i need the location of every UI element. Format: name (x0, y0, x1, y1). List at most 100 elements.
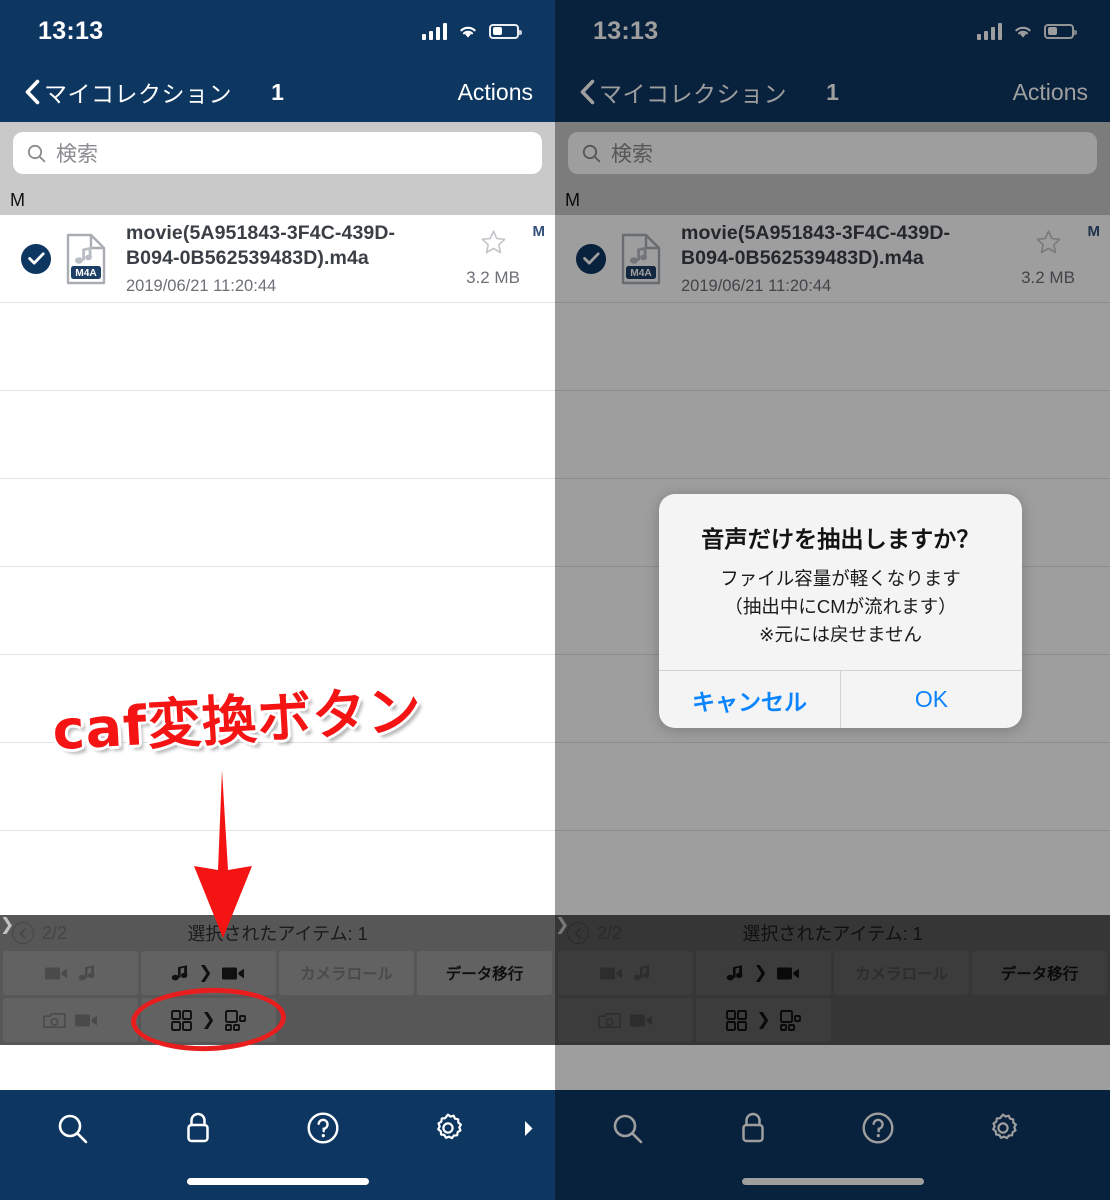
status-bar-icons (422, 22, 522, 40)
file-size: 3.2 MB (466, 268, 520, 287)
empty-row: M (0, 223, 555, 567)
row-metadata: movie(5A951843-3F4C-439D-B094-0B56253948… (669, 221, 1000, 297)
cellular-bars-icon (422, 22, 447, 40)
actions-button[interactable]: Actions (458, 79, 533, 106)
tab-bar-more-indicator[interactable] (511, 1120, 545, 1137)
search-placeholder: 検索 (56, 143, 98, 166)
row-checkbox[interactable] (569, 243, 613, 274)
dialog-actions: キャンセル OK (659, 670, 1022, 729)
section-index-letter[interactable]: M (1088, 223, 1101, 240)
data-transfer-label: データ移行 (1000, 966, 1079, 983)
empty-row (555, 303, 1110, 391)
camera-roll-label: カメラロール (299, 966, 393, 983)
navigation-bar: マイコレクション 1 Actions (555, 62, 1110, 122)
selected-count-label: 選択されたアイテム: 1 (742, 924, 923, 944)
photo-to-video-button[interactable]: ❯ (0, 915, 555, 1045)
section-header: M (555, 185, 1110, 215)
action-panel: 2/2 選択されたアイテム: 1 ❯ ❯ カメラロール データ移行 ❯ ❯ (0, 915, 555, 1045)
checkmark-circle-icon (576, 243, 606, 274)
m4a-file-icon: M4A (613, 233, 669, 285)
action-button-grid: ❯ ❯ カメラロール データ移行 ❯ ❯ (0, 915, 555, 1045)
video-camera-icon (45, 967, 67, 979)
video-camera-icon (629, 1014, 652, 1026)
question-circle-icon (307, 1112, 339, 1144)
chevron-left-icon (580, 79, 595, 105)
table-row[interactable]: M4A movie(5A951843-3F4C-439D-B094-0B5625… (0, 215, 555, 303)
row-trailing: 3.2 MB (1000, 229, 1096, 288)
dialog-message: ファイル容量が軽くなります （抽出中にCMが流れます） ※元には戻せません (679, 565, 1002, 648)
back-button[interactable]: マイコレクション (22, 75, 232, 109)
search-icon (58, 1114, 88, 1143)
back-button[interactable]: マイコレクション (577, 75, 787, 109)
caf-convert-button[interactable]: ❯ (141, 998, 276, 1042)
video-camera-icon (776, 967, 799, 979)
row-metadata: movie(5A951843-3F4C-439D-B094-0B56253948… (114, 221, 445, 297)
tab-help[interactable] (816, 1111, 941, 1145)
chevron-right-icon: ❯ (756, 1010, 771, 1029)
empty-row (555, 831, 1110, 919)
home-indicator (741, 1178, 924, 1185)
section-index-letter[interactable]: M (533, 223, 546, 240)
battery-icon (1044, 23, 1077, 39)
search-input[interactable]: 検索 (13, 132, 542, 174)
action-panel-header: 2/2 選択されたアイテム: 1 (555, 915, 1110, 951)
empty-row (555, 391, 1110, 479)
camera-roll-label: カメラロール (854, 966, 948, 983)
tab-lock[interactable] (135, 1111, 260, 1145)
photo-to-video-button[interactable]: ❯ (555, 915, 1110, 1045)
dialog-body: 音声だけを抽出しますか？ ファイル容量が軽くなります （抽出中にCMが流れます）… (659, 494, 1022, 670)
table-row[interactable]: M4A movie(5A951843-3F4C-439D-B094-0B5625… (555, 215, 1110, 303)
section-header-letter: M (565, 189, 580, 210)
empty-row (0, 303, 555, 391)
chevron-right-icon: ❯ (201, 1010, 216, 1029)
row-checkbox[interactable] (14, 243, 58, 274)
chevron-left-circle-icon (12, 922, 34, 944)
video-to-audio-button[interactable]: ❯ (555, 915, 1110, 1045)
file-date: 2019/06/21 11:20:44 (126, 277, 277, 296)
tab-settings[interactable] (386, 1111, 511, 1145)
music-note-icon (727, 965, 743, 981)
empty-row (0, 743, 555, 831)
m4a-file-icon: M4A (58, 233, 114, 285)
actions-button[interactable]: Actions (1013, 79, 1088, 106)
cancel-button[interactable]: キャンセル (659, 671, 840, 728)
gear-icon (437, 1113, 463, 1140)
video-camera-icon (221, 967, 244, 979)
tab-search[interactable] (10, 1112, 135, 1145)
empty-row (0, 567, 555, 655)
camera-folder-icon (42, 1012, 66, 1028)
caf-convert-button[interactable]: ❯ (696, 998, 831, 1042)
camera-roll-button[interactable]: カメラロール (834, 951, 969, 995)
grid-four-icon (726, 1009, 748, 1031)
search-icon (27, 144, 46, 162)
grid-mixed-icon (779, 1009, 801, 1031)
data-transfer-button[interactable]: データ移行 (972, 951, 1107, 995)
left-phone-screen: 13:13 マイコレクション 1 Actions 検索 M M4A movie(… (0, 0, 555, 1200)
empty-row (0, 391, 555, 479)
back-button-label: マイコレクション (599, 81, 787, 107)
star-outline-icon[interactable] (480, 229, 507, 255)
tab-lock[interactable] (690, 1111, 815, 1145)
tab-search[interactable] (565, 1112, 690, 1145)
search-icon (613, 1114, 643, 1143)
dialog-title: 音声だけを抽出しますか？ (701, 526, 980, 552)
star-outline-icon[interactable] (1035, 229, 1062, 255)
camera-roll-button[interactable]: カメラロール (279, 951, 414, 995)
tab-bar-items (555, 1090, 1110, 1166)
back-button-label: マイコレクション (44, 81, 232, 107)
tab-help[interactable] (261, 1111, 386, 1145)
tab-settings[interactable] (941, 1111, 1066, 1145)
audio-to-video-button[interactable]: ❯ (696, 951, 831, 995)
video-to-audio-button[interactable]: ❯ (0, 915, 555, 1045)
audio-to-video-button[interactable]: ❯ (141, 951, 276, 995)
section-header: M (0, 185, 555, 215)
search-input[interactable]: 検索 (568, 132, 1097, 174)
data-transfer-label: データ移行 (445, 966, 524, 983)
empty-row (0, 831, 555, 919)
page-indicator[interactable]: 2/2 (567, 922, 622, 944)
ok-button[interactable]: OK (840, 671, 1022, 729)
page-indicator[interactable]: 2/2 (12, 922, 67, 944)
data-transfer-button[interactable]: データ移行 (417, 951, 552, 995)
status-bar-icons (977, 22, 1077, 40)
home-indicator (186, 1178, 369, 1185)
